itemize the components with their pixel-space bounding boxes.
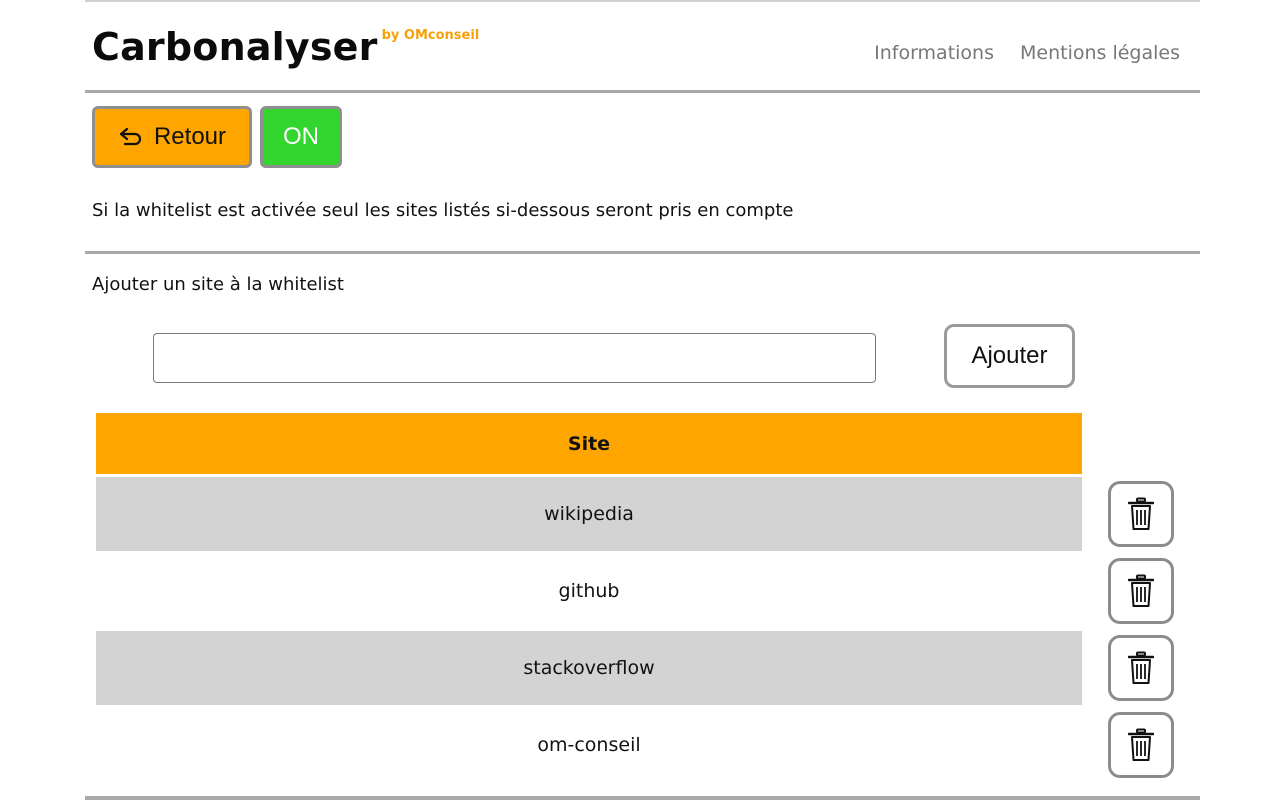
toggle-label: ON — [283, 123, 319, 150]
app-title: Carbonalyser — [92, 25, 378, 69]
site-input[interactable] — [153, 333, 876, 383]
table-row: wikipedia — [96, 477, 1174, 551]
add-button-label: Ajouter — [971, 342, 1048, 369]
site-cell: stackoverflow — [523, 657, 655, 679]
header-divider — [85, 90, 1200, 93]
top-nav: Informations Mentions légales — [874, 42, 1180, 64]
table-row: github — [96, 554, 1174, 628]
site-cell: wikipedia — [544, 503, 634, 525]
delete-site-button[interactable] — [1108, 558, 1174, 624]
nav-link-mentions-legales[interactable]: Mentions légales — [1020, 42, 1180, 64]
whitelist-table: Site wikipedia github stackoverflow om-c… — [96, 413, 1174, 782]
add-site-button[interactable]: Ajouter — [944, 324, 1075, 388]
site-cell: github — [558, 580, 620, 602]
column-header-site: Site — [567, 432, 611, 455]
back-button[interactable]: Retour — [92, 106, 252, 168]
delete-site-button[interactable] — [1108, 481, 1174, 547]
table-row: stackoverflow — [96, 631, 1174, 705]
trash-icon — [1128, 728, 1154, 761]
delete-site-button[interactable] — [1108, 635, 1174, 701]
site-cell: om-conseil — [537, 734, 641, 756]
whitelist-toggle-button[interactable]: ON — [260, 106, 342, 168]
trash-icon — [1128, 651, 1154, 684]
delete-site-button[interactable] — [1108, 712, 1174, 778]
whitelist-description: Si la whitelist est activée seul les sit… — [92, 200, 794, 221]
bottom-divider — [85, 796, 1200, 800]
table-row: om-conseil — [96, 708, 1174, 782]
return-arrow-icon — [119, 127, 141, 146]
trash-icon — [1128, 497, 1154, 530]
top-divider — [85, 0, 1200, 2]
app-subtitle: by OMconseil — [381, 28, 480, 43]
section-divider — [85, 251, 1200, 254]
page: Carbonalyser by OMconseil Informations M… — [0, 0, 1280, 800]
table-header: Site — [96, 413, 1082, 474]
brand: Carbonalyser by OMconseil — [92, 22, 479, 78]
nav-link-informations[interactable]: Informations — [874, 42, 994, 64]
add-site-label: Ajouter un site à la whitelist — [92, 274, 344, 295]
trash-icon — [1128, 574, 1154, 607]
back-button-label: Retour — [153, 123, 227, 150]
